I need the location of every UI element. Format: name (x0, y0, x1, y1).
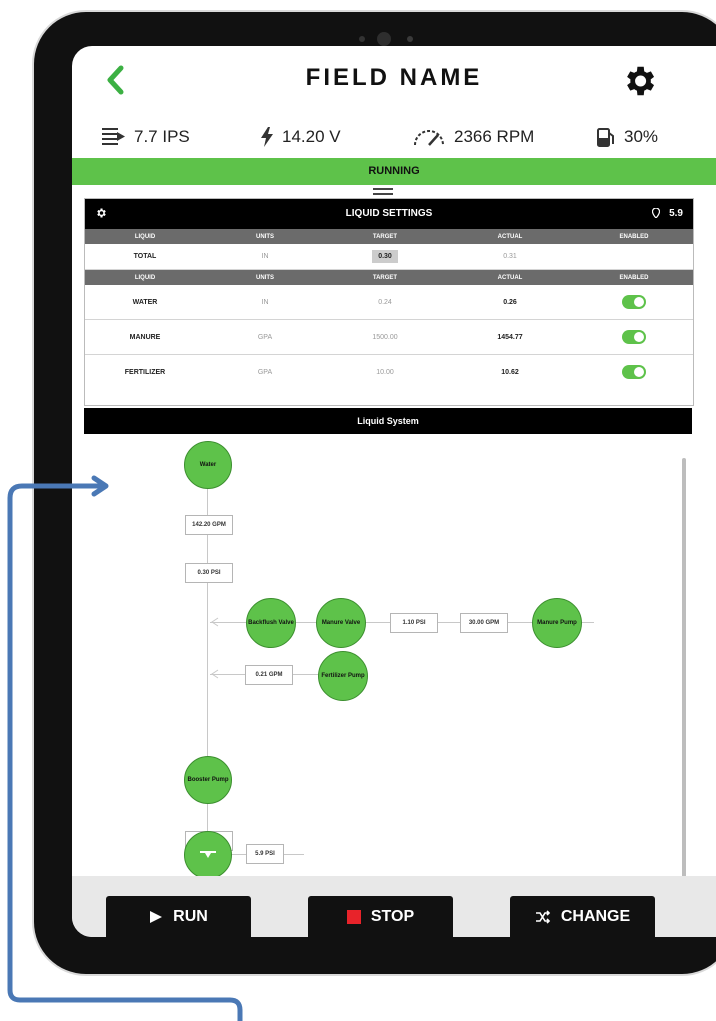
annotation-arrow (7, 475, 243, 1021)
